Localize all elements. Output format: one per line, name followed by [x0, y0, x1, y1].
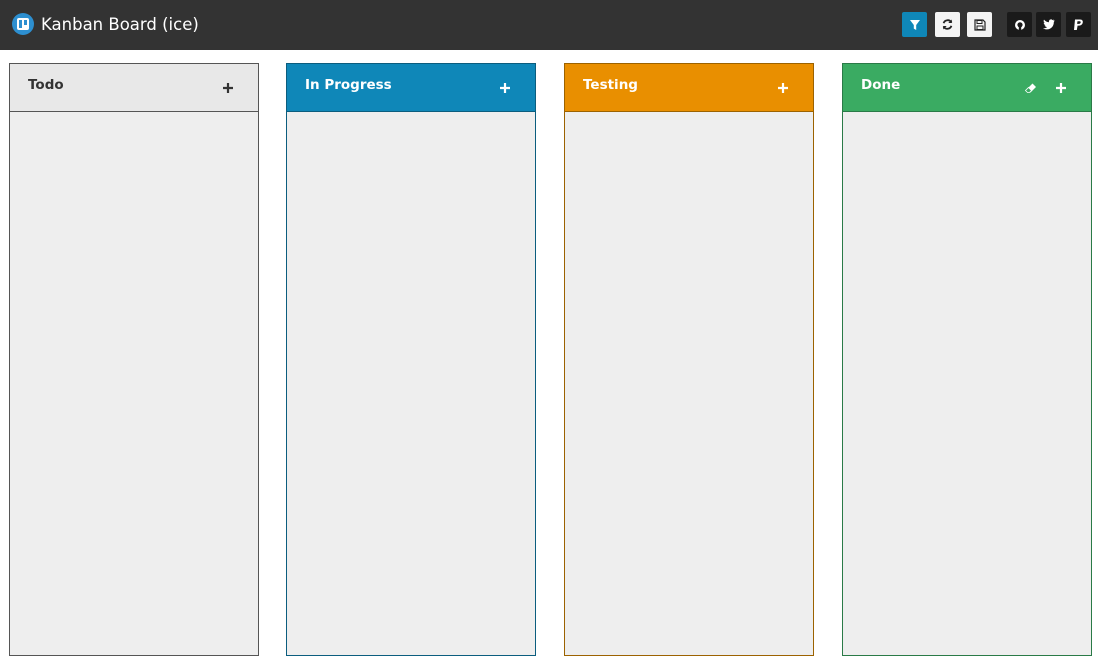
paypal-icon [1074, 19, 1083, 30]
trello-icon [12, 13, 34, 35]
filter-button[interactable] [902, 12, 927, 37]
column-title: Testing [583, 77, 638, 93]
twitter-button[interactable] [1036, 12, 1061, 37]
add-card-button[interactable] [221, 81, 235, 95]
app-title: Kanban Board (ice) [41, 15, 199, 34]
column-title: Done [861, 77, 901, 93]
github-icon [1014, 19, 1025, 30]
column-title: Todo [28, 77, 64, 93]
plus-icon [500, 83, 510, 93]
save-icon [973, 18, 986, 31]
github-button[interactable] [1007, 12, 1032, 37]
add-card-button[interactable] [1054, 81, 1068, 95]
top-navbar: Kanban Board (ice) [0, 0, 1098, 50]
plus-icon [223, 83, 233, 93]
column-in-progress: In Progress [286, 63, 536, 656]
column-header: Testing [565, 64, 813, 112]
refresh-button[interactable] [935, 12, 960, 37]
column-header: In Progress [287, 64, 535, 112]
add-card-button[interactable] [776, 81, 790, 95]
clear-cards-button[interactable] [1024, 81, 1038, 95]
column-card-list[interactable] [843, 112, 1091, 655]
column-card-list[interactable] [565, 112, 813, 655]
twitter-icon [1042, 19, 1054, 30]
paypal-button[interactable] [1066, 12, 1091, 37]
column-card-list[interactable] [10, 112, 258, 655]
column-header: Todo [10, 64, 258, 112]
column-todo: Todo [9, 63, 259, 656]
column-header: Done [843, 64, 1091, 112]
plus-icon [1056, 83, 1066, 93]
column-title: In Progress [305, 77, 392, 93]
column-done: Done [842, 63, 1092, 656]
eraser-icon [1024, 83, 1036, 93]
save-button[interactable] [967, 12, 992, 37]
add-card-button[interactable] [498, 81, 512, 95]
column-card-list[interactable] [287, 112, 535, 655]
column-testing: Testing [564, 63, 814, 656]
plus-icon [778, 83, 788, 93]
refresh-icon [942, 19, 953, 30]
filter-icon [909, 19, 920, 30]
